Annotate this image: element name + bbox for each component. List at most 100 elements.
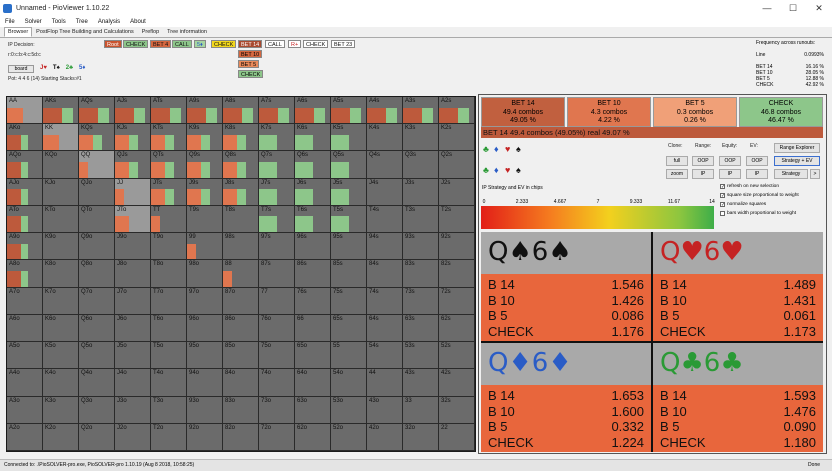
range-cell-99[interactable]: 99 <box>187 233 223 261</box>
range-cell-kjs[interactable]: KJs <box>115 124 151 152</box>
range-cell-96o[interactable]: 96o <box>187 314 223 343</box>
range-cell-52o[interactable]: 52o <box>331 423 367 451</box>
option-row[interactable]: ✓ normalize squares <box>720 202 766 208</box>
range-cell-62s[interactable]: 62s <box>439 314 475 343</box>
range-cell-a5s[interactable]: A5s <box>331 97 367 125</box>
range-cell-aa[interactable]: AA <box>7 97 43 125</box>
option-checkbox[interactable] <box>720 211 725 216</box>
equity-oop-button[interactable]: OOP <box>719 156 741 166</box>
range-cell-98o[interactable]: 98o <box>187 260 223 288</box>
suit-filter-icon[interactable]: ♠ <box>516 145 521 154</box>
range-cell-93s[interactable]: 93s <box>403 233 439 261</box>
range-cell-j8s[interactable]: J8s <box>223 178 259 206</box>
ev-ip-button[interactable]: IP <box>746 169 768 179</box>
range-cell-t2o[interactable]: T2o <box>151 423 187 451</box>
tab-postflop-tree[interactable]: PostFlop Tree Building and Calculations <box>32 27 138 37</box>
range-cell-65s[interactable]: 65s <box>331 314 367 343</box>
tree-node-call[interactable]: CALL <box>172 40 192 48</box>
range-cell-a6s[interactable]: A6s <box>295 97 331 125</box>
range-cell-32o[interactable]: 32o <box>403 423 439 451</box>
range-cell-77[interactable]: 77 <box>259 287 295 315</box>
menu-tools[interactable]: Tools <box>52 19 66 25</box>
range-cell-kk[interactable]: KK <box>43 124 79 152</box>
range-cell-q7s[interactable]: Q7s <box>259 151 295 179</box>
range-cell-64s[interactable]: 64s <box>367 314 403 343</box>
option-checkbox[interactable]: ✓ <box>720 184 725 190</box>
range-cell-k5s[interactable]: K5s <box>331 124 367 152</box>
range-cell-75o[interactable]: 75o <box>259 342 295 370</box>
range-cell-j4s[interactable]: J4s <box>367 178 403 206</box>
range-cell-t4s[interactable]: T4s <box>367 205 403 234</box>
range-cell-42s[interactable]: 42s <box>439 369 475 397</box>
tree-subnode-check[interactable]: CHECK <box>238 70 264 78</box>
range-cell-a8s[interactable]: A8s <box>223 97 259 125</box>
range-cell-q5s[interactable]: Q5s <box>331 151 367 179</box>
range-cell-t7o[interactable]: T7o <box>151 287 187 315</box>
minimize-button[interactable]: — <box>754 0 780 16</box>
equity-ip-button[interactable]: IP <box>719 169 741 179</box>
range-cell-96s[interactable]: 96s <box>295 233 331 261</box>
range-cell-q2s[interactable]: Q2s <box>439 151 475 179</box>
tab-browser[interactable]: Browser <box>4 27 33 37</box>
range-cell-75s[interactable]: 75s <box>331 287 367 315</box>
range-cell-q7o[interactable]: Q7o <box>79 287 115 315</box>
range-cell-85s[interactable]: 85s <box>331 260 367 288</box>
range-cell-ato[interactable]: ATo <box>7 205 43 234</box>
range-cell-aqo[interactable]: AQo <box>7 151 43 179</box>
range-cell-j5s[interactable]: J5s <box>331 178 367 206</box>
range-cell-q3s[interactable]: Q3s <box>403 151 439 179</box>
zoom-button[interactable]: zoom <box>666 169 688 179</box>
range-cell-65o[interactable]: 65o <box>295 342 331 370</box>
range-cell-k6o[interactable]: K6o <box>43 314 79 343</box>
range-cell-55[interactable]: 55 <box>331 342 367 370</box>
range-cell-95o[interactable]: 95o <box>187 342 223 370</box>
strategy-box-bet-10[interactable]: BET 10 4.3 combos 4.22 % <box>567 97 651 127</box>
tree-node-bet-14[interactable]: BET 14 <box>238 40 263 48</box>
range-cell-82s[interactable]: 82s <box>439 260 475 288</box>
range-cell-86o[interactable]: 86o <box>223 314 259 343</box>
option-checkbox[interactable]: ✓ <box>720 193 725 199</box>
range-cell-84o[interactable]: 84o <box>223 369 259 397</box>
range-cell-94s[interactable]: 94s <box>367 233 403 261</box>
next-arrow-button[interactable]: > <box>810 169 820 179</box>
range-cell-k8o[interactable]: K8o <box>43 260 79 288</box>
range-cell-62o[interactable]: 62o <box>295 423 331 451</box>
range-cell-k7o[interactable]: K7o <box>43 287 79 315</box>
range-cell-q2o[interactable]: Q2o <box>79 423 115 451</box>
range-cell-53o[interactable]: 53o <box>331 396 367 424</box>
range-cell-92o[interactable]: 92o <box>187 423 223 451</box>
range-cell-k9s[interactable]: K9s <box>187 124 223 152</box>
range-cell-98s[interactable]: 98s <box>223 233 259 261</box>
range-cell-j9o[interactable]: J9o <box>115 233 151 261</box>
combo-card[interactable]: Q♦6♦ B 14 1.653 B 10 1.600 B 5 0.332 CHECK 1.224 <box>481 343 651 452</box>
tree-node-bet-4[interactable]: BET 4 <box>150 40 172 48</box>
maximize-button[interactable]: ☐ <box>780 0 806 16</box>
range-cell-aqs[interactable]: AQs <box>79 97 115 125</box>
suit-filter-icon[interactable]: ♥ <box>505 145 510 154</box>
range-cell-t3o[interactable]: T3o <box>151 396 187 424</box>
range-cell-q9s[interactable]: Q9s <box>187 151 223 179</box>
range-cell-qjo[interactable]: QJo <box>79 178 115 206</box>
strategy-button[interactable]: Strategy <box>774 169 808 179</box>
range-cell-j9s[interactable]: J9s <box>187 178 223 206</box>
range-cell-43o[interactable]: 43o <box>367 396 403 424</box>
range-cell-97o[interactable]: 97o <box>187 287 223 315</box>
range-cell-k2s[interactable]: K2s <box>439 124 475 152</box>
range-explorer-button[interactable]: Range Explorer <box>774 143 820 153</box>
range-cell-k8s[interactable]: K8s <box>223 124 259 152</box>
range-cell-kto[interactable]: KTo <box>43 205 79 234</box>
suit-filter-icon[interactable]: ♣ <box>483 145 489 154</box>
range-cell-jj[interactable]: JJ <box>115 178 151 206</box>
range-cell-q8s[interactable]: Q8s <box>223 151 259 179</box>
tree-node-r-[interactable]: R+ <box>288 40 302 48</box>
range-cell-73o[interactable]: 73o <box>259 396 295 424</box>
ev-oop-button[interactable]: OOP <box>746 156 768 166</box>
range-cell-72o[interactable]: 72o <box>259 423 295 451</box>
option-checkbox[interactable]: ✓ <box>720 202 725 208</box>
range-cell-88[interactable]: 88 <box>223 260 259 288</box>
suit-filter-icon[interactable]: ♥ <box>505 166 510 175</box>
range-cell-83o[interactable]: 83o <box>223 396 259 424</box>
range-cell-a3o[interactable]: A3o <box>7 396 43 424</box>
strategy-box-bet-14[interactable]: BET 14 49.4 combos 49.05 % <box>481 97 565 127</box>
range-cell-t8o[interactable]: T8o <box>151 260 187 288</box>
